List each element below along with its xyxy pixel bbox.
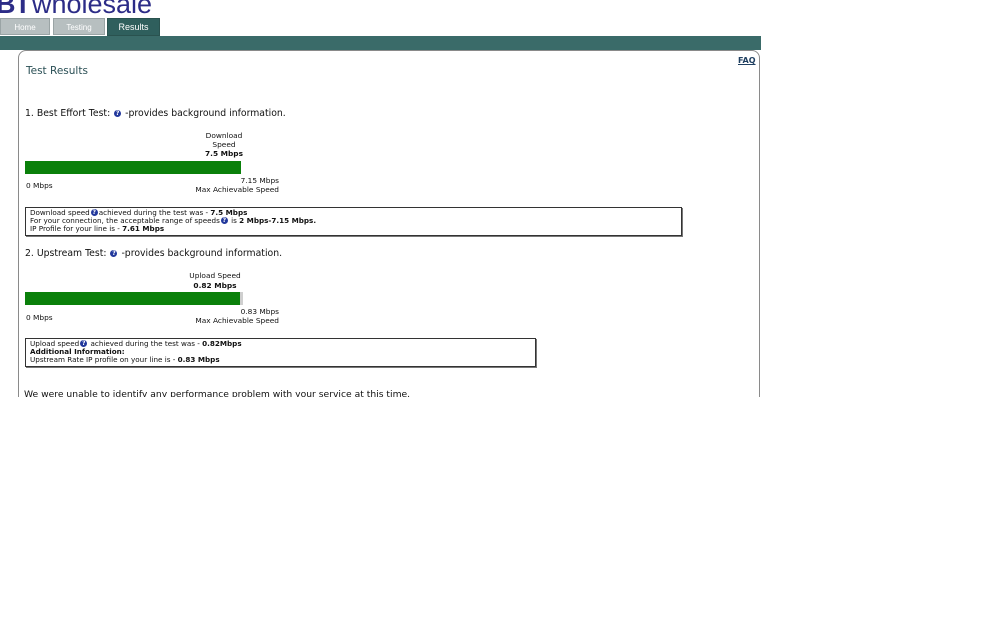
help-icon[interactable]: ?: [90, 209, 98, 216]
upload-min-label: 0 Mbps: [26, 313, 53, 322]
download-info-line2-value: 2 Mbps-7.15 Mbps.: [239, 216, 317, 226]
download-info-line2-b: is: [228, 216, 240, 226]
upstream-heading-suffix: -provides background information.: [121, 248, 283, 259]
upload-speed-value: 0.82 Mbps: [193, 280, 237, 290]
upload-info-box: Upload speed? achieved during the test w…: [25, 338, 536, 367]
tab-testing[interactable]: Testing: [53, 18, 105, 35]
help-icon[interactable]: ?: [80, 340, 88, 347]
faq-link[interactable]: FAQ: [738, 56, 756, 65]
upload-progress-bar: [25, 292, 243, 305]
upload-info-line3-value: 0.83 Mbps: [177, 355, 220, 365]
download-info-line3-value: 7.61 Mbps: [122, 224, 165, 234]
help-icon[interactable]: ?: [114, 110, 122, 117]
download-min-label: 0 Mbps: [26, 181, 53, 190]
help-icon[interactable]: ?: [110, 250, 118, 257]
upload-info-line3-a: Upstream Rate IP profile on your line is…: [30, 355, 178, 365]
tab-results[interactable]: Results: [107, 18, 160, 36]
result-summary-message: We were unable to identify any performan…: [24, 389, 411, 397]
upload-metric-label: Upload Speed 0.82 Mbps: [180, 271, 250, 290]
header-strip: [0, 36, 761, 50]
download-progress-bar: [25, 161, 241, 174]
upload-max-block: 0.83 Mbps Max Achievable Speed: [180, 307, 279, 325]
browser-viewport: BTwholesale Home Testing Results FAQ Tes…: [0, 0, 998, 397]
upstream-heading: 2. Upstream Test: ? -provides background…: [25, 248, 282, 259]
tab-home[interactable]: Home: [0, 18, 50, 35]
logo-wholesale-text: wholesale: [32, 0, 153, 19]
best-effort-heading: 1. Best Effort Test: ? -provides backgro…: [25, 108, 286, 119]
download-max-label: Max Achievable Speed: [195, 184, 279, 194]
download-info-line3: IP Profile for your line is - 7.61 Mbps: [30, 225, 677, 233]
page-title: Test Results: [26, 65, 88, 77]
download-metric-label: Download Speed 7.5 Mbps: [194, 131, 254, 158]
best-effort-heading-label: 1. Best Effort Test:: [25, 108, 111, 119]
upload-label: Upload Speed: [189, 271, 241, 280]
download-info-line3-a: IP Profile for your line is -: [30, 224, 123, 234]
upload-info-line3: Upstream Rate IP profile on your line is…: [30, 356, 531, 364]
download-info-box: Download speed? achieved during the test …: [25, 207, 682, 236]
upload-info-line1-value: 0.82Mbps: [202, 339, 242, 348]
help-icon[interactable]: ?: [220, 217, 228, 225]
download-progress-fill: [25, 161, 241, 174]
download-speed-value: 7.5 Mbps: [205, 149, 243, 158]
download-label-line2: Speed: [212, 140, 236, 149]
bt-wholesale-logo: BTwholesale: [0, 0, 152, 18]
download-label-line1: Download: [205, 131, 243, 140]
download-max-block: 7.15 Mbps Max Achievable Speed: [180, 176, 279, 194]
upstream-heading-label: 2. Upstream Test:: [25, 248, 107, 259]
upload-progress-fill: [25, 292, 241, 305]
upload-max-label: Max Achievable Speed: [195, 315, 279, 325]
best-effort-heading-suffix: -provides background information.: [125, 108, 286, 119]
logo-bt-text: BT: [0, 0, 31, 19]
